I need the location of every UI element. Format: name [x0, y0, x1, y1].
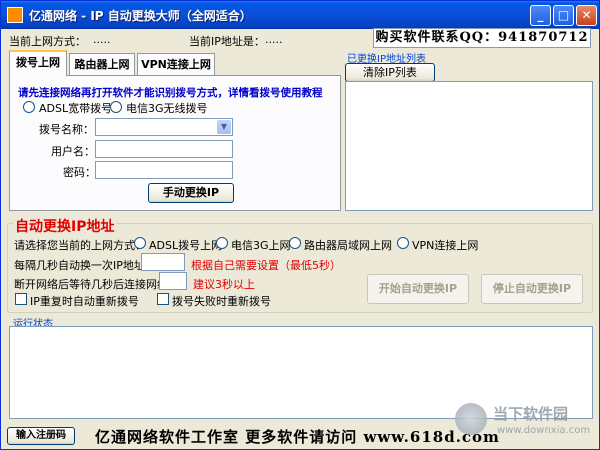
interval-hint: 根据自己需要设置（最低5秒） — [191, 259, 341, 272]
telecom-3g-radio[interactable] — [110, 101, 122, 113]
dial-name-label: 拨号名称： — [39, 123, 94, 136]
interval-input[interactable] — [141, 253, 185, 271]
mode-adsl-label: ADSL拨号上网 — [149, 239, 223, 252]
reconnect-hint: 建议3秒以上 — [193, 278, 255, 291]
connection-mode-value: ..... — [93, 33, 111, 46]
password-label: 密码： — [63, 166, 96, 179]
mode-vpn-radio[interactable] — [397, 237, 409, 249]
password-input[interactable] — [95, 161, 233, 179]
maximize-button[interactable]: □ — [553, 5, 574, 26]
register-button[interactable]: 输入注册码 — [7, 427, 75, 445]
app-window: 亿通网络 - IP 自动更换大师（全网适合） _ □ ✕ 当前上网方式： ...… — [0, 0, 600, 450]
interval-label: 每隔几秒自动换一次IP地址： — [14, 259, 156, 272]
stop-auto-change-button[interactable]: 停止自动更换IP — [481, 274, 583, 304]
clear-ip-list-button[interactable]: 清除IP列表 — [345, 63, 435, 82]
ip-list[interactable] — [345, 81, 593, 211]
dial-notice: 请先连接网络再打开软件才能识别拨号方式，详情看拨号使用教程 — [18, 87, 323, 99]
adsl-radio-label: ADSL宽带拨号 — [39, 102, 113, 115]
adsl-radio[interactable] — [23, 101, 35, 113]
tab-router[interactable]: 路由器上网 — [69, 53, 135, 75]
current-ip-label: 当前IP地址是： — [189, 35, 265, 48]
mode-3g-radio[interactable] — [216, 237, 228, 249]
purchase-contact: 购买软件联系QQ：941870712 — [373, 28, 591, 48]
telecom-3g-radio-label: 电信3G无线拨号 — [126, 102, 208, 115]
username-label: 用户名： — [51, 145, 95, 158]
footer-promo: 亿通网络软件工作室 更多软件请访问 www.618d.com — [95, 428, 500, 446]
window-title: 亿通网络 - IP 自动更换大师（全网适合） — [29, 9, 252, 23]
manual-change-ip-button[interactable]: 手动更换IP — [148, 183, 234, 203]
dial-fail-checkbox[interactable] — [157, 293, 169, 305]
reconnect-input[interactable] — [159, 272, 187, 290]
chevron-down-icon[interactable]: ▼ — [217, 120, 231, 134]
title-bar[interactable]: 亿通网络 - IP 自动更换大师（全网适合） _ □ ✕ — [1, 1, 599, 29]
watermark-logo-icon — [455, 403, 487, 435]
watermark: 当下软件园 www.downxia.com — [453, 401, 597, 445]
mode-router-label: 路由器局域网上网 — [304, 239, 392, 252]
mode-adsl-radio[interactable] — [134, 237, 146, 249]
select-mode-label: 请选择您当前的上网方式： — [14, 239, 146, 252]
current-ip-value: ..... — [265, 33, 283, 46]
watermark-name: 当下软件园 — [493, 405, 569, 423]
minimize-button[interactable]: _ — [530, 5, 551, 26]
tab-vpn[interactable]: VPN连接上网 — [137, 53, 215, 75]
mode-router-radio[interactable] — [289, 237, 301, 249]
tab-dial[interactable]: 拨号上网 — [9, 50, 67, 76]
dial-name-select[interactable]: ▼ — [95, 118, 233, 136]
dial-fail-label: 拨号失败时重新拨号 — [172, 295, 271, 308]
close-button[interactable]: ✕ — [576, 5, 597, 26]
ip-repeat-label: IP重复时自动重新拨号 — [30, 295, 139, 308]
reconnect-label: 断开网络后等待几秒后连接网络： — [14, 278, 179, 291]
watermark-url: www.downxia.com — [497, 425, 591, 436]
mode-vpn-label: VPN连接上网 — [412, 239, 479, 252]
ip-repeat-checkbox[interactable] — [15, 293, 27, 305]
connection-mode-label: 当前上网方式： — [9, 35, 86, 48]
auto-change-title: 自动更换IP地址 — [13, 216, 117, 236]
app-icon — [7, 7, 23, 23]
mode-3g-label: 电信3G上网 — [231, 239, 291, 252]
username-input[interactable] — [95, 140, 233, 158]
start-auto-change-button[interactable]: 开始自动更换IP — [367, 274, 469, 304]
